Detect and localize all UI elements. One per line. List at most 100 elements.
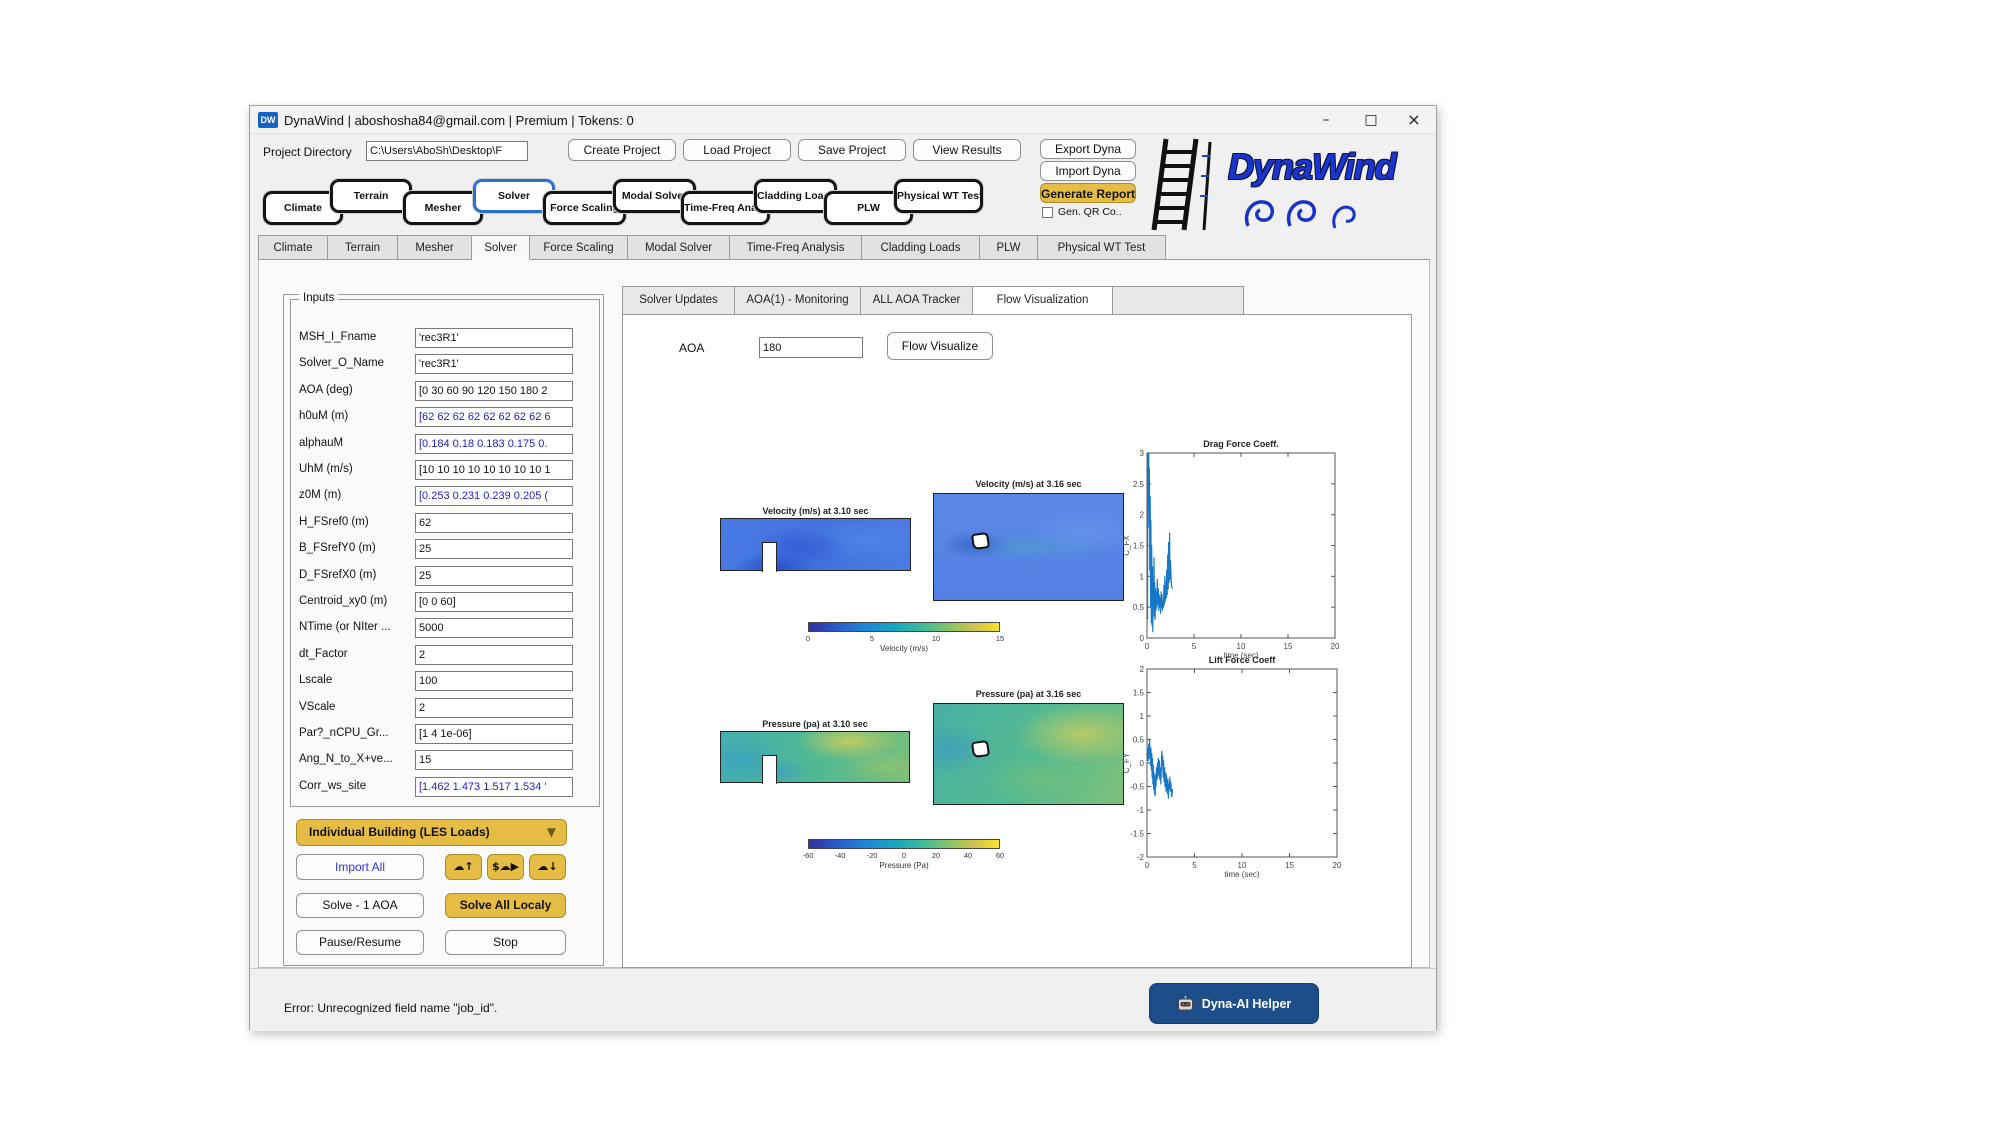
svg-text:time (sec): time (sec) [1224, 870, 1259, 879]
pressure-plan-title: Pressure (pa) at 3.16 sec [933, 689, 1124, 699]
svg-text:5: 5 [1192, 642, 1197, 651]
svg-text:0: 0 [1145, 642, 1150, 651]
field-input-par-ncpu-gr[interactable] [415, 724, 573, 744]
svg-text:-0.5: -0.5 [1130, 783, 1144, 792]
svg-text:0.5: 0.5 [1133, 736, 1145, 745]
close-icon[interactable]: × [1394, 106, 1434, 134]
svg-text:0: 0 [1140, 634, 1145, 643]
inputs-fieldset: Inputs MSH_I_FnameSolver_O_NameAOA (deg)… [290, 299, 600, 807]
field-input-lscale[interactable] [415, 671, 573, 691]
subtab-flow-visualization[interactable]: Flow Visualization [973, 287, 1113, 316]
tab-physical-wt-test[interactable]: Physical WT Test [1038, 235, 1166, 260]
field-input-d-fsrefx0-m[interactable] [415, 566, 573, 586]
inputs-title: Inputs [299, 292, 338, 304]
stop-button[interactable]: Stop [445, 930, 566, 955]
qr-checkbox-label: Gen. QR Co.. [1058, 206, 1122, 218]
tab-solver[interactable]: Solver [472, 235, 530, 260]
toolbar-button-save-project[interactable]: Save Project [798, 139, 906, 161]
subtab-aoa-1-monitoring[interactable]: AOA(1) - Monitoring [735, 287, 861, 315]
velocity-plan-contour [933, 493, 1124, 601]
field-input-vscale[interactable] [415, 698, 573, 718]
project-directory-input[interactable] [366, 141, 528, 161]
field-input-solver-o-name[interactable] [415, 354, 573, 374]
lift-plot-svg: 05101520-2-1.5-1-0.500.511.52time (sec)C… [1121, 665, 1343, 879]
tab-modal-solver[interactable]: Modal Solver [628, 235, 730, 260]
tab-terrain[interactable]: Terrain [328, 235, 398, 260]
subtab-all-aoa-tracker[interactable]: ALL AOA Tracker [861, 287, 973, 315]
stair-tab-terrain[interactable]: Terrain [330, 179, 412, 213]
field-label-corr-ws-site: Corr_ws_site [299, 780, 366, 792]
field-input-centroid-xy0-m[interactable] [415, 592, 573, 612]
stair-tab-physical-wt-test[interactable]: Physical WT Test [894, 179, 983, 213]
cloud-paid-run-button[interactable]: $☁▶ [487, 854, 524, 880]
field-label-dt-factor: dt_Factor [299, 648, 348, 660]
field-label-ntime-or-niter: NTime (or NIter ... [299, 621, 391, 633]
field-input-b-fsrefy0-m[interactable] [415, 539, 573, 559]
field-input-h-fsref0-m[interactable] [415, 513, 573, 533]
svg-text:15: 15 [1284, 642, 1293, 651]
field-label-b-fsrefy0-m: B_FSrefY0 (m) [299, 542, 376, 554]
svg-text:5: 5 [1192, 861, 1197, 870]
svg-text:-1.5: -1.5 [1130, 830, 1144, 839]
field-input-corr-ws-site[interactable] [415, 777, 573, 797]
pressure-side-title: Pressure (pa) at 3.10 sec [720, 719, 910, 729]
maximize-icon[interactable]: □ [1351, 106, 1391, 134]
drag-plot-title: Drag Force Coeff. [1147, 439, 1335, 449]
subtab-solver-updates[interactable]: Solver Updates [623, 287, 735, 315]
field-input-ntime-or-niter[interactable] [415, 618, 573, 638]
field-input-msh-i-fname[interactable] [415, 328, 573, 348]
field-input-z0m-m[interactable] [415, 486, 573, 506]
export-dyna-button[interactable]: Export Dyna [1040, 139, 1136, 159]
tab-force-scaling[interactable]: Force Scaling [530, 235, 628, 260]
toolbar-button-load-project[interactable]: Load Project [683, 139, 791, 161]
building-section [762, 542, 777, 572]
svg-text:10: 10 [1238, 861, 1247, 870]
svg-text:C_FY: C_FY [1122, 752, 1131, 773]
colorbar-tick: 40 [964, 851, 972, 860]
solve-one-aoa-button[interactable]: Solve - 1 AOA [296, 893, 424, 918]
building-dropdown[interactable]: Individual Building (LES Loads) ▼ [296, 819, 567, 846]
building-dropdown-value: Individual Building (LES Loads) [309, 825, 490, 839]
tab-climate[interactable]: Climate [258, 235, 328, 260]
field-input-aoa-deg[interactable] [415, 381, 573, 401]
colorbar-tick: -20 [867, 851, 878, 860]
aoa-input[interactable] [759, 337, 863, 358]
title-bar: DW DynaWind | aboshosha84@gmail.com | Pr… [250, 106, 1436, 134]
generate-report-button[interactable]: Generate Report [1040, 183, 1136, 203]
svg-text:1.5: 1.5 [1133, 542, 1145, 551]
solve-all-localy-button[interactable]: Solve All Localy [445, 893, 566, 918]
cloud-download-button[interactable]: ☁↓ [529, 854, 566, 880]
app-window: DW DynaWind | aboshosha84@gmail.com | Pr… [249, 105, 1437, 1030]
flow-visualize-button[interactable]: Flow Visualize [887, 332, 993, 360]
dyna-ai-helper-button[interactable]: Dyna-AI Helper [1149, 983, 1319, 1024]
toolbar-button-view-results[interactable]: View Results [913, 139, 1021, 161]
tab-cladding-loads[interactable]: Cladding Loads [862, 235, 980, 260]
field-input-h0um-m[interactable] [415, 407, 573, 427]
field-input-alphaum[interactable] [415, 434, 573, 454]
toolbar-button-create-project[interactable]: Create Project [568, 139, 676, 161]
import-dyna-button[interactable]: Import Dyna [1040, 161, 1136, 181]
svg-text:2: 2 [1140, 511, 1145, 520]
tab-mesher[interactable]: Mesher [398, 235, 472, 260]
drag-force-plot: 0510152000.511.522.53time (sec)C_FX [1121, 449, 1341, 665]
velocity-colorbar [808, 622, 1000, 632]
svg-text:1.5: 1.5 [1133, 689, 1145, 698]
import-all-button[interactable]: Import All [296, 854, 424, 880]
field-input-ang-n-to-x-ve[interactable] [415, 750, 573, 770]
minimize-icon[interactable]: – [1306, 106, 1346, 134]
drag-plot-svg: 0510152000.511.522.53time (sec)C_FX [1121, 449, 1341, 660]
tab-time-freq-analysis[interactable]: Time-Freq Analysis [730, 235, 862, 260]
cloud-upload-button[interactable]: ☁↑ [445, 854, 482, 880]
dyna-ai-helper-label: Dyna-AI Helper [1202, 997, 1292, 1011]
field-label-solver-o-name: Solver_O_Name [299, 357, 384, 369]
field-label-vscale: VScale [299, 701, 335, 713]
field-input-uhm-m-s[interactable] [415, 460, 573, 480]
field-input-dt-factor[interactable] [415, 645, 573, 665]
svg-text:20: 20 [1331, 642, 1340, 651]
qr-checkbox[interactable] [1042, 207, 1053, 218]
svg-text:2: 2 [1140, 665, 1145, 674]
logo-wordmark: DynaWind [1228, 146, 1396, 188]
tab-plw[interactable]: PLW [980, 235, 1038, 260]
pause-resume-button[interactable]: Pause/Resume [296, 930, 424, 955]
stair-tab-mesher[interactable]: Mesher [403, 191, 483, 225]
